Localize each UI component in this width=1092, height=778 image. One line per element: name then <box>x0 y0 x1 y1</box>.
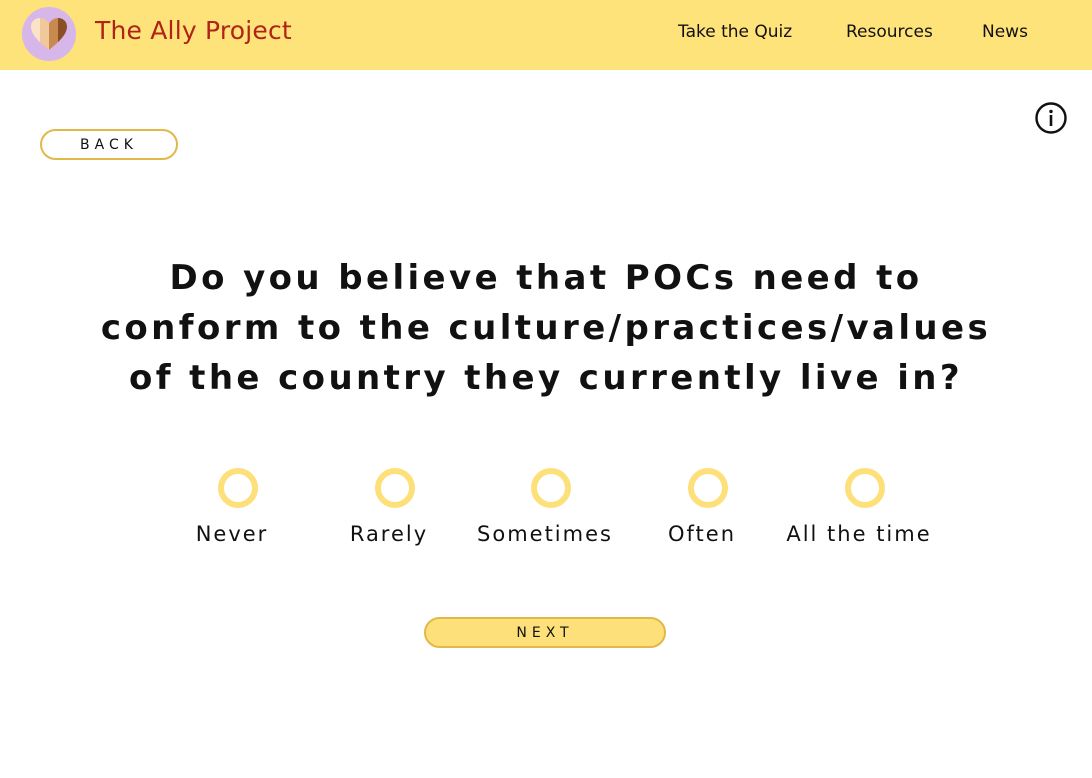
option-sometimes[interactable]: Sometimes <box>465 466 635 556</box>
question-text: Do you believe that POCs need to conform… <box>60 253 1032 403</box>
brand-title[interactable]: The Ally Project <box>95 16 292 45</box>
top-navbar: The Ally Project Take the Quiz Resources… <box>0 0 1092 70</box>
radio-button[interactable] <box>688 468 728 508</box>
option-all-the-time[interactable]: All the time <box>779 466 949 556</box>
option-label: Sometimes <box>477 522 613 546</box>
heart-logo-svg <box>31 18 67 50</box>
radio-button[interactable] <box>375 468 415 508</box>
question-line-1: Do you believe that POCs need to <box>169 258 923 298</box>
quiz-page: The Ally Project Take the Quiz Resources… <box>0 0 1092 778</box>
option-rarely[interactable]: Rarely <box>309 466 479 556</box>
nav-take-the-quiz[interactable]: Take the Quiz <box>678 22 792 42</box>
option-never[interactable]: Never <box>152 466 322 556</box>
question-line-2: conform to the culture/practices/values <box>100 308 992 348</box>
option-label: Never <box>195 522 269 546</box>
info-icon-svg <box>1035 102 1067 134</box>
nav-news[interactable]: News <box>982 22 1028 42</box>
heart-logo-icon[interactable] <box>22 7 76 61</box>
info-icon[interactable] <box>1034 101 1068 135</box>
nav-resources[interactable]: Resources <box>846 22 933 42</box>
back-button[interactable]: BACK <box>40 129 178 160</box>
option-label: All the time <box>786 522 932 546</box>
option-label: Rarely <box>349 522 429 546</box>
radio-button[interactable] <box>531 468 571 508</box>
radio-button[interactable] <box>218 468 258 508</box>
question-line-3: of the country they currently live in? <box>128 358 964 398</box>
next-button[interactable]: NEXT <box>424 617 666 648</box>
option-label: Often <box>667 522 737 546</box>
option-often[interactable]: Often <box>622 466 792 556</box>
radio-button[interactable] <box>845 468 885 508</box>
